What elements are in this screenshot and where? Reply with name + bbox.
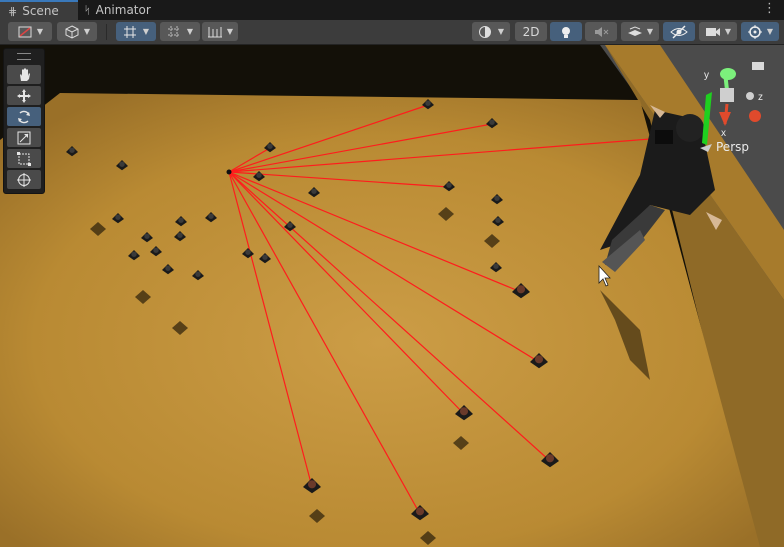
toolbar-separator [106,24,107,40]
scene-render: y z x [0,45,784,547]
gizmo-y-label: y [704,70,709,81]
move-tool-button[interactable] [7,86,41,105]
snap-increment-icon [167,25,180,38]
animator-icon: ᛋ [84,3,91,17]
draw-mode-dropdown[interactable]: ▼ [8,22,52,41]
panel-grip-icon[interactable] [17,53,31,60]
snap-settings-dropdown[interactable]: ▼ [202,22,238,41]
toggle-2d-button[interactable]: 2D [515,22,547,41]
chevron-down-icon: ▼ [226,27,234,36]
tool-panel [3,48,45,194]
tab-label: Scene [22,4,59,18]
scene-visibility-toggle[interactable] [663,22,695,41]
chevron-down-icon: ▼ [186,27,194,36]
shaded-mode-icon [18,26,32,37]
hand-tool-button[interactable] [7,65,41,84]
increment-snap-dropdown[interactable]: ▼ [160,22,200,41]
move-icon [17,88,31,103]
camera-icon [705,27,720,36]
gizmo-x-label: x [721,128,726,139]
rect-transform-icon [17,151,31,166]
render-mode-dropdown[interactable]: ▼ [57,22,97,41]
ray-origin-unit [226,169,232,175]
gizmo-z-label: z [758,92,763,103]
chevron-down-icon: ▼ [646,27,654,36]
rotate-tool-button[interactable] [7,107,41,126]
tab-animator[interactable]: ᛋ Animator [76,0,159,20]
transform-tool-button[interactable] [7,170,41,189]
grid-snap-toggle[interactable]: ▼ [116,22,156,41]
projection-label[interactable]: Persp [716,140,749,154]
lightbulb-icon [562,26,570,38]
effects-dropdown[interactable]: ▼ [621,22,659,41]
lighting-dropdown[interactable]: ▼ [472,22,510,41]
layers-icon [627,25,642,36]
gizmo-icon [747,24,762,39]
tab-bar: ⋕ Scene ᛋ Animator ⋮ [0,0,784,21]
scale-tool-button[interactable] [7,128,41,147]
scale-icon [17,131,31,144]
hand-icon [20,67,30,81]
grid-snap-icon [123,25,136,38]
sphere-icon [478,25,491,38]
hidden-eye-icon [670,24,688,39]
ruler-icon [207,26,222,37]
audio-toggle[interactable] [585,22,617,41]
scene-viewport[interactable]: y z x Persp [0,45,784,547]
grid-icon: ⋕ [8,4,18,18]
gizmos-dropdown[interactable]: ▼ [741,22,779,41]
chevron-down-icon: ▼ [724,27,732,36]
camera-settings-dropdown[interactable]: ▼ [699,22,737,41]
more-options-icon[interactable]: ⋮ [763,1,776,16]
chevron-down-icon: ▼ [36,27,44,36]
mute-icon [595,26,609,37]
transform-icon [17,172,31,187]
scene-lighting-toggle[interactable] [550,22,582,41]
chevron-down-icon: ▼ [83,27,91,36]
toggle-2d-label: 2D [522,24,540,39]
rect-tool-button[interactable] [7,149,41,168]
chevron-down-icon: ▼ [766,27,774,36]
tab-label: Animator [95,3,151,17]
scene-toolbar: ▼ ▼ ▼ ▼ ▼ ▼ 2D ▼ ▼ ▼ [0,20,784,45]
chevron-down-icon: ▼ [497,27,505,36]
chevron-down-icon: ▼ [142,27,150,36]
cube-icon [65,24,79,39]
tab-scene[interactable]: ⋕ Scene [0,0,78,20]
rotate-icon [18,110,30,123]
